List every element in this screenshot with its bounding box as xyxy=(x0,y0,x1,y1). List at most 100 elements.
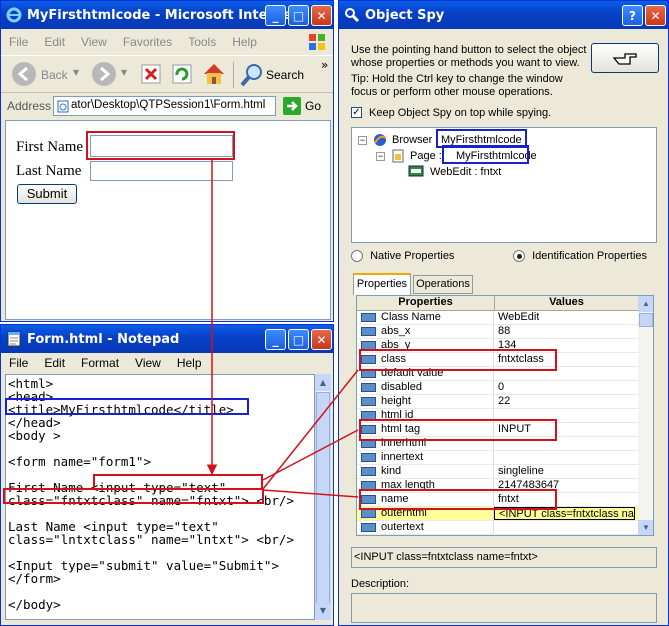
identification-properties-radio[interactable]: Identification Properties xyxy=(513,250,647,263)
property-value xyxy=(494,521,498,534)
notepad-menubar: File Edit Format View Help xyxy=(1,353,333,373)
ie-menu-help[interactable]: Help xyxy=(224,35,265,49)
property-value xyxy=(494,451,498,464)
maximize-button[interactable]: □ xyxy=(288,5,309,26)
property-name-text: outertext xyxy=(381,521,424,533)
notepad-menu-edit[interactable]: Edit xyxy=(36,356,73,370)
ie-menu-tools[interactable]: Tools xyxy=(180,35,224,49)
property-icon xyxy=(361,467,376,476)
property-row[interactable]: outertext xyxy=(357,521,638,535)
property-detail-field[interactable]: <INPUT class=fntxtclass name=fntxt> xyxy=(351,547,657,568)
property-icon xyxy=(361,313,376,322)
ie-logo-icon xyxy=(6,7,22,23)
property-row[interactable]: disabled 0 xyxy=(357,381,638,395)
go-button[interactable]: Go xyxy=(305,99,321,113)
property-value: WebEdit xyxy=(498,311,540,323)
column-values[interactable]: Values xyxy=(495,296,638,310)
address-input[interactable]: ator\Desktop\QTPSession1\Form.html xyxy=(53,96,276,116)
refresh-icon[interactable] xyxy=(171,63,193,85)
browser-icon xyxy=(374,134,387,146)
scroll-down-button[interactable]: ▼ xyxy=(316,603,330,619)
help-button[interactable]: ? xyxy=(622,5,643,26)
spy-titlebar[interactable]: Object Spy ? ✕ xyxy=(339,1,668,29)
close-button[interactable]: ✕ xyxy=(311,329,332,350)
property-row[interactable]: abs_x 88 xyxy=(357,325,638,339)
property-icon xyxy=(361,523,376,532)
description-box[interactable] xyxy=(351,593,657,623)
forward-dropdown-icon[interactable]: ▼ xyxy=(121,68,127,77)
tab-properties[interactable]: Properties xyxy=(353,273,411,295)
forward-icon[interactable] xyxy=(91,61,117,87)
property-row[interactable]: innertext xyxy=(357,451,638,465)
tree-browser-label[interactable]: Browser : xyxy=(392,134,438,146)
spy-instructions: Use the pointing hand button to select t… xyxy=(351,44,587,69)
address-bar: Address ator\Desktop\QTPSession1\Form.ht… xyxy=(1,94,333,118)
pointing-hand-button[interactable] xyxy=(591,43,659,73)
toolbar-overflow-icon[interactable]: » xyxy=(321,58,328,72)
tab-operations[interactable]: Operations xyxy=(413,275,473,294)
close-button[interactable]: ✕ xyxy=(645,5,666,26)
scroll-thumb[interactable] xyxy=(639,313,653,327)
native-radio-dot[interactable] xyxy=(351,250,363,263)
search-icon[interactable] xyxy=(239,62,265,88)
property-row[interactable]: kind singleline xyxy=(357,465,638,479)
identification-properties-label[interactable]: Identification Properties xyxy=(532,250,647,262)
class-row-highlight xyxy=(359,349,557,371)
toolbar-divider xyxy=(233,62,234,88)
maximize-button[interactable]: □ xyxy=(288,329,309,350)
native-properties-label[interactable]: Native Properties xyxy=(370,250,454,262)
tree-collapse-browser[interactable]: − xyxy=(358,136,367,145)
grid-scrollbar[interactable]: ▲ ▼ xyxy=(638,296,653,535)
back-dropdown-icon[interactable]: ▼ xyxy=(73,68,79,77)
property-value: singleline xyxy=(498,465,544,477)
property-name-text: innertext xyxy=(381,451,424,463)
notepad-menu-view[interactable]: View xyxy=(127,356,169,370)
scroll-thumb[interactable] xyxy=(316,392,330,604)
tree-webedit-label[interactable]: WebEdit : fntxt xyxy=(430,166,501,178)
last-name-input[interactable] xyxy=(90,161,233,181)
scroll-up-button[interactable]: ▲ xyxy=(316,375,330,391)
close-button[interactable]: ✕ xyxy=(311,5,332,26)
object-spy-window: Object Spy ? ✕ Use the pointing hand but… xyxy=(338,0,669,626)
spy-title: Object Spy xyxy=(365,7,445,23)
ie-menu-file[interactable]: File xyxy=(1,35,36,49)
last-name-label: Last Name xyxy=(16,163,82,179)
scroll-up-button[interactable]: ▲ xyxy=(638,296,653,312)
property-name-text: disabled xyxy=(381,381,422,393)
ie-menu-edit[interactable]: Edit xyxy=(36,35,73,49)
ie-toolbar: Back ▼ ▼ Search » xyxy=(1,55,333,93)
minimize-button[interactable]: _ xyxy=(265,329,286,350)
native-properties-radio[interactable]: Native Properties xyxy=(351,250,454,263)
submit-button[interactable]: Submit xyxy=(17,184,77,204)
notepad-title: Form.html - Notepad xyxy=(27,331,180,347)
back-icon[interactable] xyxy=(11,61,37,87)
notepad-icon xyxy=(7,331,21,347)
ie-window: MyFirsthtmlcode - Microsoft Interne... _… xyxy=(0,0,334,322)
notepad-menu-file[interactable]: File xyxy=(1,356,36,370)
tree-collapse-page[interactable]: − xyxy=(376,152,385,161)
ident-radio-dot[interactable] xyxy=(513,250,525,263)
tree-page-label[interactable]: Page : xyxy=(410,150,442,162)
property-row[interactable]: height 22 xyxy=(357,395,638,409)
minimize-button[interactable]: _ xyxy=(265,5,286,26)
ie-titlebar[interactable]: MyFirsthtmlcode - Microsoft Interne... _… xyxy=(1,1,333,29)
keep-on-top-checkbox[interactable]: ✓ xyxy=(351,107,362,118)
search-label[interactable]: Search xyxy=(266,68,304,82)
page-icon xyxy=(57,100,69,113)
notepad-scrollbar[interactable]: ▲ ▼ xyxy=(315,374,331,620)
scroll-down-button[interactable]: ▼ xyxy=(638,520,653,535)
stop-icon[interactable] xyxy=(140,63,162,85)
ie-menu-view[interactable]: View xyxy=(73,35,115,49)
go-icon[interactable] xyxy=(283,97,301,115)
home-icon[interactable] xyxy=(201,61,227,87)
keep-on-top-label[interactable]: Keep Object Spy on top while spying. xyxy=(369,107,551,119)
notepad-line: <body > xyxy=(8,428,61,443)
property-row[interactable]: Class Name WebEdit xyxy=(357,311,638,325)
notepad-menu-format[interactable]: Format xyxy=(73,356,127,370)
notepad-titlebar[interactable]: Form.html - Notepad _ □ ✕ xyxy=(1,325,333,353)
ie-menu-favorites[interactable]: Favorites xyxy=(115,35,180,49)
address-value: ator\Desktop\QTPSession1\Form.html xyxy=(71,99,266,111)
back-label[interactable]: Back xyxy=(41,68,68,82)
column-properties[interactable]: Properties xyxy=(357,296,495,310)
notepad-menu-help[interactable]: Help xyxy=(169,356,210,370)
